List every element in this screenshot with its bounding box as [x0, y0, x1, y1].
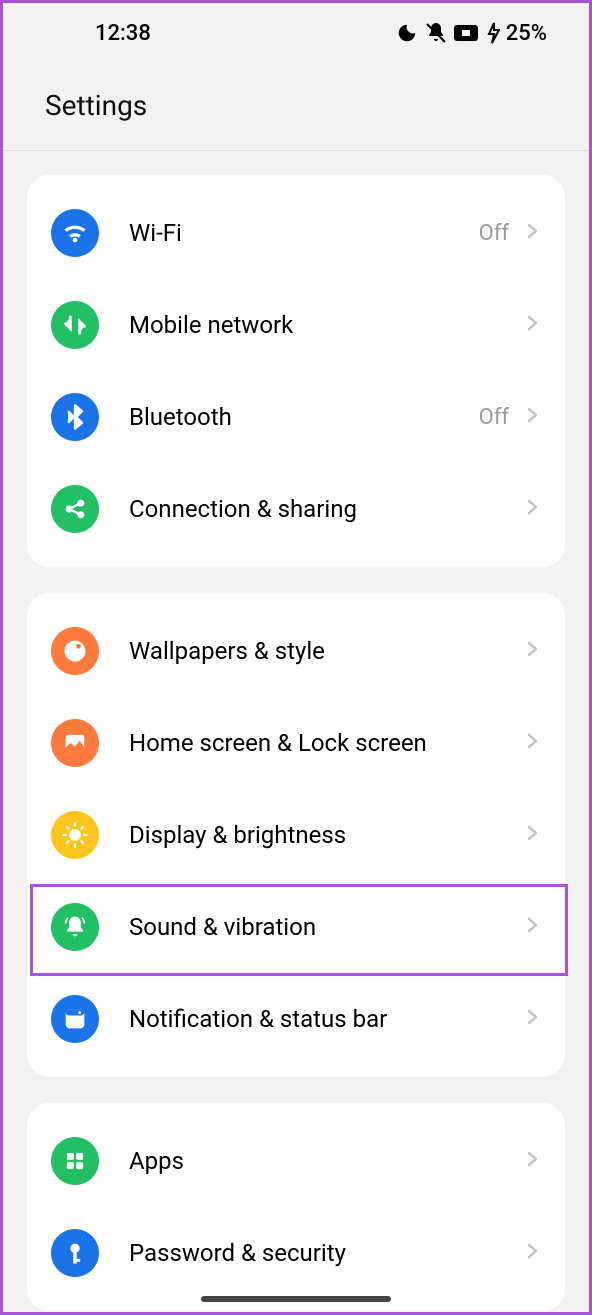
chevron-right-icon [525, 729, 541, 757]
settings-row-apps[interactable]: Apps [27, 1115, 565, 1207]
chevron-right-icon [525, 311, 541, 339]
chevron-right-icon [525, 821, 541, 849]
settings-row-bluetooth[interactable]: BluetoothOff [27, 371, 565, 463]
sun-icon [51, 811, 99, 859]
chevron-right-icon [525, 1147, 541, 1175]
image-icon [51, 719, 99, 767]
battery-box-icon [454, 23, 480, 43]
row-label: Mobile network [129, 311, 525, 339]
chevron-right-icon [525, 1239, 541, 1267]
status-icons: 25% [396, 21, 547, 46]
row-label: Notification & status bar [129, 1005, 525, 1033]
settings-row-sound[interactable]: Sound & vibration [27, 881, 565, 973]
row-label: Home screen & Lock screen [129, 729, 525, 757]
settings-group: Wallpapers & style Home screen & Lock scr… [27, 593, 565, 1077]
settings-row-password[interactable]: Password & security [27, 1207, 565, 1299]
row-label: Display & brightness [129, 821, 525, 849]
battery-percent: 25% [506, 21, 547, 46]
status-bar: 12:38 25% [3, 3, 589, 63]
chevron-right-icon [525, 403, 541, 431]
row-label: Apps [129, 1147, 525, 1175]
row-label: Sound & vibration [129, 913, 525, 941]
row-label: Connection & sharing [129, 495, 525, 523]
chevron-right-icon [525, 913, 541, 941]
row-label: Password & security [129, 1239, 525, 1267]
panel-icon [51, 995, 99, 1043]
share-icon [51, 485, 99, 533]
chevron-right-icon [525, 219, 541, 247]
bt-icon [51, 393, 99, 441]
mute-icon [424, 21, 448, 45]
mobile-icon [51, 301, 99, 349]
bolt-icon [486, 21, 500, 45]
settings-row-connection[interactable]: Connection & sharing [27, 463, 565, 555]
settings-group: Wi-FiOffMobile networkBluetoothOffConnec… [27, 175, 565, 567]
row-status: Off [479, 405, 509, 430]
chevron-right-icon [525, 1005, 541, 1033]
settings-list: Wi-FiOffMobile networkBluetoothOffConnec… [3, 151, 589, 1311]
row-label: Bluetooth [129, 403, 479, 431]
settings-row-wifi[interactable]: Wi-FiOff [27, 187, 565, 279]
settings-row-mobile[interactable]: Mobile network [27, 279, 565, 371]
settings-row-display[interactable]: Display & brightness [27, 789, 565, 881]
nav-handle[interactable] [201, 1296, 391, 1302]
bell-icon [51, 903, 99, 951]
settings-row-notif[interactable]: Notification & status bar [27, 973, 565, 1065]
chevron-right-icon [525, 637, 541, 665]
status-time: 12:38 [95, 21, 151, 46]
settings-group: Apps Password & security [27, 1103, 565, 1311]
wifi-icon [51, 209, 99, 257]
page-title: Settings [3, 63, 589, 150]
row-status: Off [479, 221, 509, 246]
palette-icon [51, 627, 99, 675]
settings-row-homescreen[interactable]: Home screen & Lock screen [27, 697, 565, 789]
apps-icon [51, 1137, 99, 1185]
key-icon [51, 1229, 99, 1277]
moon-icon [396, 22, 418, 44]
chevron-right-icon [525, 495, 541, 523]
row-label: Wallpapers & style [129, 637, 525, 665]
settings-row-wallpaper[interactable]: Wallpapers & style [27, 605, 565, 697]
row-label: Wi-Fi [129, 219, 479, 247]
